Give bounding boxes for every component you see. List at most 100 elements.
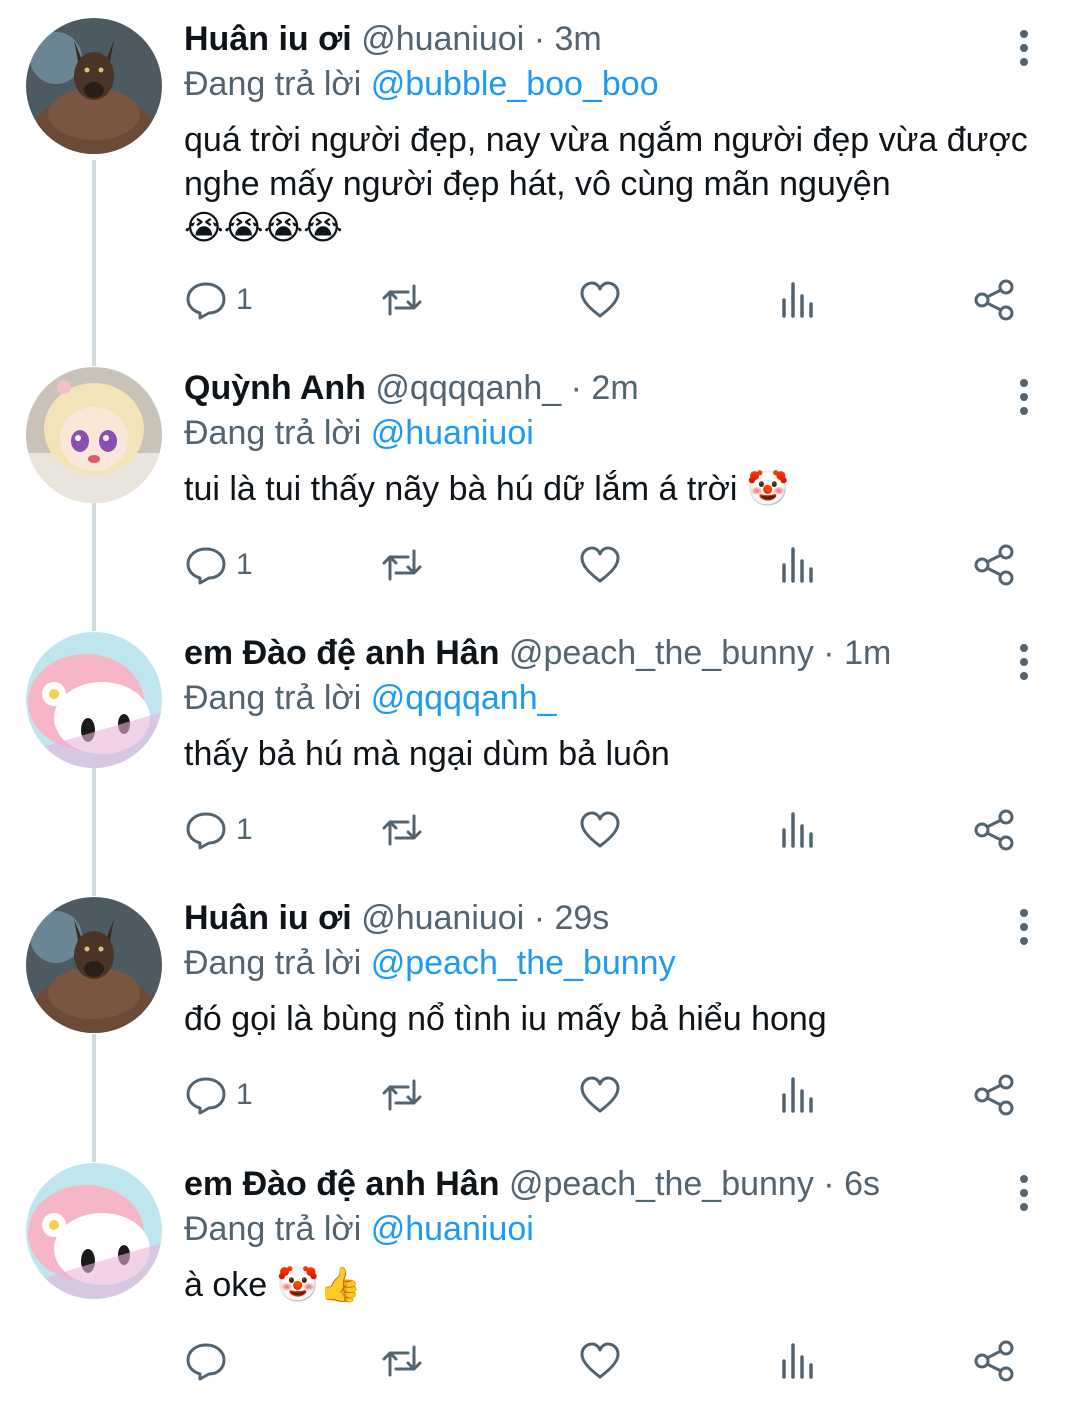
reply-icon [186, 282, 226, 320]
reply-count: 1 [236, 548, 253, 581]
view-analytics-button[interactable] [776, 1331, 820, 1391]
retweet-button[interactable] [380, 1065, 424, 1125]
reply-button[interactable]: 1 [184, 1065, 253, 1125]
more-options-button[interactable] [1008, 905, 1040, 949]
tweet-actions: 1 [0, 800, 1080, 860]
analytics-icon [782, 812, 813, 848]
share-button[interactable] [972, 1065, 1016, 1125]
display-name[interactable]: Huân iu ơi [184, 20, 352, 58]
handle[interactable]: @peach_the_bunny [509, 1165, 814, 1203]
more-options-button[interactable] [1008, 375, 1040, 419]
tweet-header: em Đào đệ anh Hân @peach_the_bunny · 1m [184, 630, 891, 676]
timestamp[interactable]: 3m [554, 20, 601, 58]
handle[interactable]: @huaniuoi [361, 20, 524, 58]
avatar[interactable] [26, 367, 162, 503]
avatar[interactable] [26, 1163, 162, 1299]
tweet-emoji: 😭😭😭😭 [184, 208, 343, 248]
tweet-actions: 1 [0, 535, 1080, 595]
analytics-icon [782, 282, 813, 318]
timestamp[interactable]: 2m [591, 369, 638, 407]
tweet-text: thấy bả hú mà ngại dùm bả luôn [184, 732, 1044, 776]
reply-mention-link[interactable]: @bubble_boo_boo [371, 65, 659, 103]
separator: · [524, 20, 555, 58]
reply-mention-link[interactable]: @peach_the_bunny [371, 944, 676, 982]
reply-mention-link[interactable]: @qqqqanh_ [371, 679, 557, 717]
tweet-text-body: tui là tui thấy nãy bà hú dữ lắm á trời [184, 470, 738, 508]
tweet-header: Quỳnh Anh @qqqqanh_ · 2m [184, 365, 639, 411]
retweet-icon [382, 549, 422, 581]
reply-count: 1 [236, 1078, 253, 1111]
retweet-button[interactable] [380, 535, 424, 595]
separator: · [561, 369, 592, 407]
doll-avatar-icon [26, 367, 162, 503]
replying-to-label: Đang trả lời [184, 679, 362, 717]
view-analytics-button[interactable] [776, 535, 820, 595]
view-analytics-button[interactable] [776, 1065, 820, 1125]
timestamp[interactable]: 1m [844, 634, 891, 672]
more-options-button[interactable] [1008, 26, 1040, 70]
view-analytics-button[interactable] [776, 800, 820, 860]
tweet-text-body: quá trời người đẹp, nay vừa ngắm người đ… [184, 121, 1028, 203]
replying-to: Đang trả lời @huaniuoi [184, 1206, 534, 1252]
like-button[interactable] [578, 270, 622, 330]
like-button[interactable] [578, 1065, 622, 1125]
reply-button[interactable] [184, 1331, 236, 1391]
retweet-button[interactable] [380, 800, 424, 860]
handle[interactable]: @peach_the_bunny [509, 634, 814, 672]
retweet-icon [382, 814, 422, 846]
like-button[interactable] [578, 1331, 622, 1391]
tweet-text-body: à oke [184, 1266, 268, 1304]
replying-to: Đang trả lời @peach_the_bunny [184, 940, 676, 986]
replying-to-label: Đang trả lời [184, 65, 362, 103]
tweet-text-body: đó gọi là bùng nổ tình iu mấy bả hiểu ho… [184, 1000, 827, 1038]
replying-to-label: Đang trả lời [184, 1210, 362, 1248]
display-name[interactable]: Huân iu ơi [184, 899, 352, 937]
reply-icon [186, 812, 226, 850]
wolf-avatar-icon [26, 18, 162, 154]
tweet-text: tui là tui thấy nãy bà hú dữ lắm á trời … [184, 467, 1044, 511]
timestamp[interactable]: 29s [554, 899, 609, 937]
avatar[interactable] [26, 632, 162, 768]
more-vertical-icon [1020, 379, 1028, 415]
retweet-button[interactable] [380, 270, 424, 330]
analytics-icon [782, 1343, 813, 1379]
more-options-button[interactable] [1008, 640, 1040, 684]
view-analytics-button[interactable] [776, 270, 820, 330]
tweet-text-body: thấy bả hú mà ngại dùm bả luôn [184, 735, 670, 773]
retweet-button[interactable] [380, 1331, 424, 1391]
reply-button[interactable]: 1 [184, 535, 253, 595]
timestamp[interactable]: 6s [844, 1165, 880, 1203]
avatar[interactable] [26, 897, 162, 1033]
share-button[interactable] [972, 800, 1016, 860]
analytics-icon [782, 547, 813, 583]
like-button[interactable] [578, 800, 622, 860]
share-button[interactable] [972, 270, 1016, 330]
more-vertical-icon [1020, 1175, 1028, 1211]
heart-icon [580, 811, 620, 848]
like-button[interactable] [578, 535, 622, 595]
share-icon [974, 1074, 1014, 1116]
tweet-actions: 1 [0, 1065, 1080, 1125]
handle[interactable]: @qqqqanh_ [375, 369, 561, 407]
tweet-actions [0, 1331, 1080, 1391]
reply-button[interactable]: 1 [184, 800, 253, 860]
reply-mention-link[interactable]: @huaniuoi [371, 414, 534, 452]
share-button[interactable] [972, 535, 1016, 595]
more-options-button[interactable] [1008, 1171, 1040, 1215]
display-name[interactable]: em Đào đệ anh Hân [184, 634, 500, 672]
avatar[interactable] [26, 18, 162, 154]
tweet-emoji: 🤡 [746, 469, 790, 509]
tweet-header: em Đào đệ anh Hân @peach_the_bunny · 6s [184, 1161, 880, 1207]
share-button[interactable] [972, 1331, 1016, 1391]
reply-mention-link[interactable]: @huaniuoi [371, 1210, 534, 1248]
handle[interactable]: @huaniuoi [361, 899, 524, 937]
analytics-icon [782, 1077, 813, 1113]
reply-button[interactable]: 1 [184, 270, 253, 330]
tweet-text: đó gọi là bùng nổ tình iu mấy bả hiểu ho… [184, 997, 1044, 1041]
display-name[interactable]: em Đào đệ anh Hân [184, 1165, 500, 1203]
display-name[interactable]: Quỳnh Anh [184, 369, 366, 407]
melody-avatar-icon [26, 1163, 162, 1299]
share-icon [974, 544, 1014, 586]
separator: · [813, 1165, 845, 1203]
tweet-text: quá trời người đẹp, nay vừa ngắm người đ… [184, 118, 1044, 250]
